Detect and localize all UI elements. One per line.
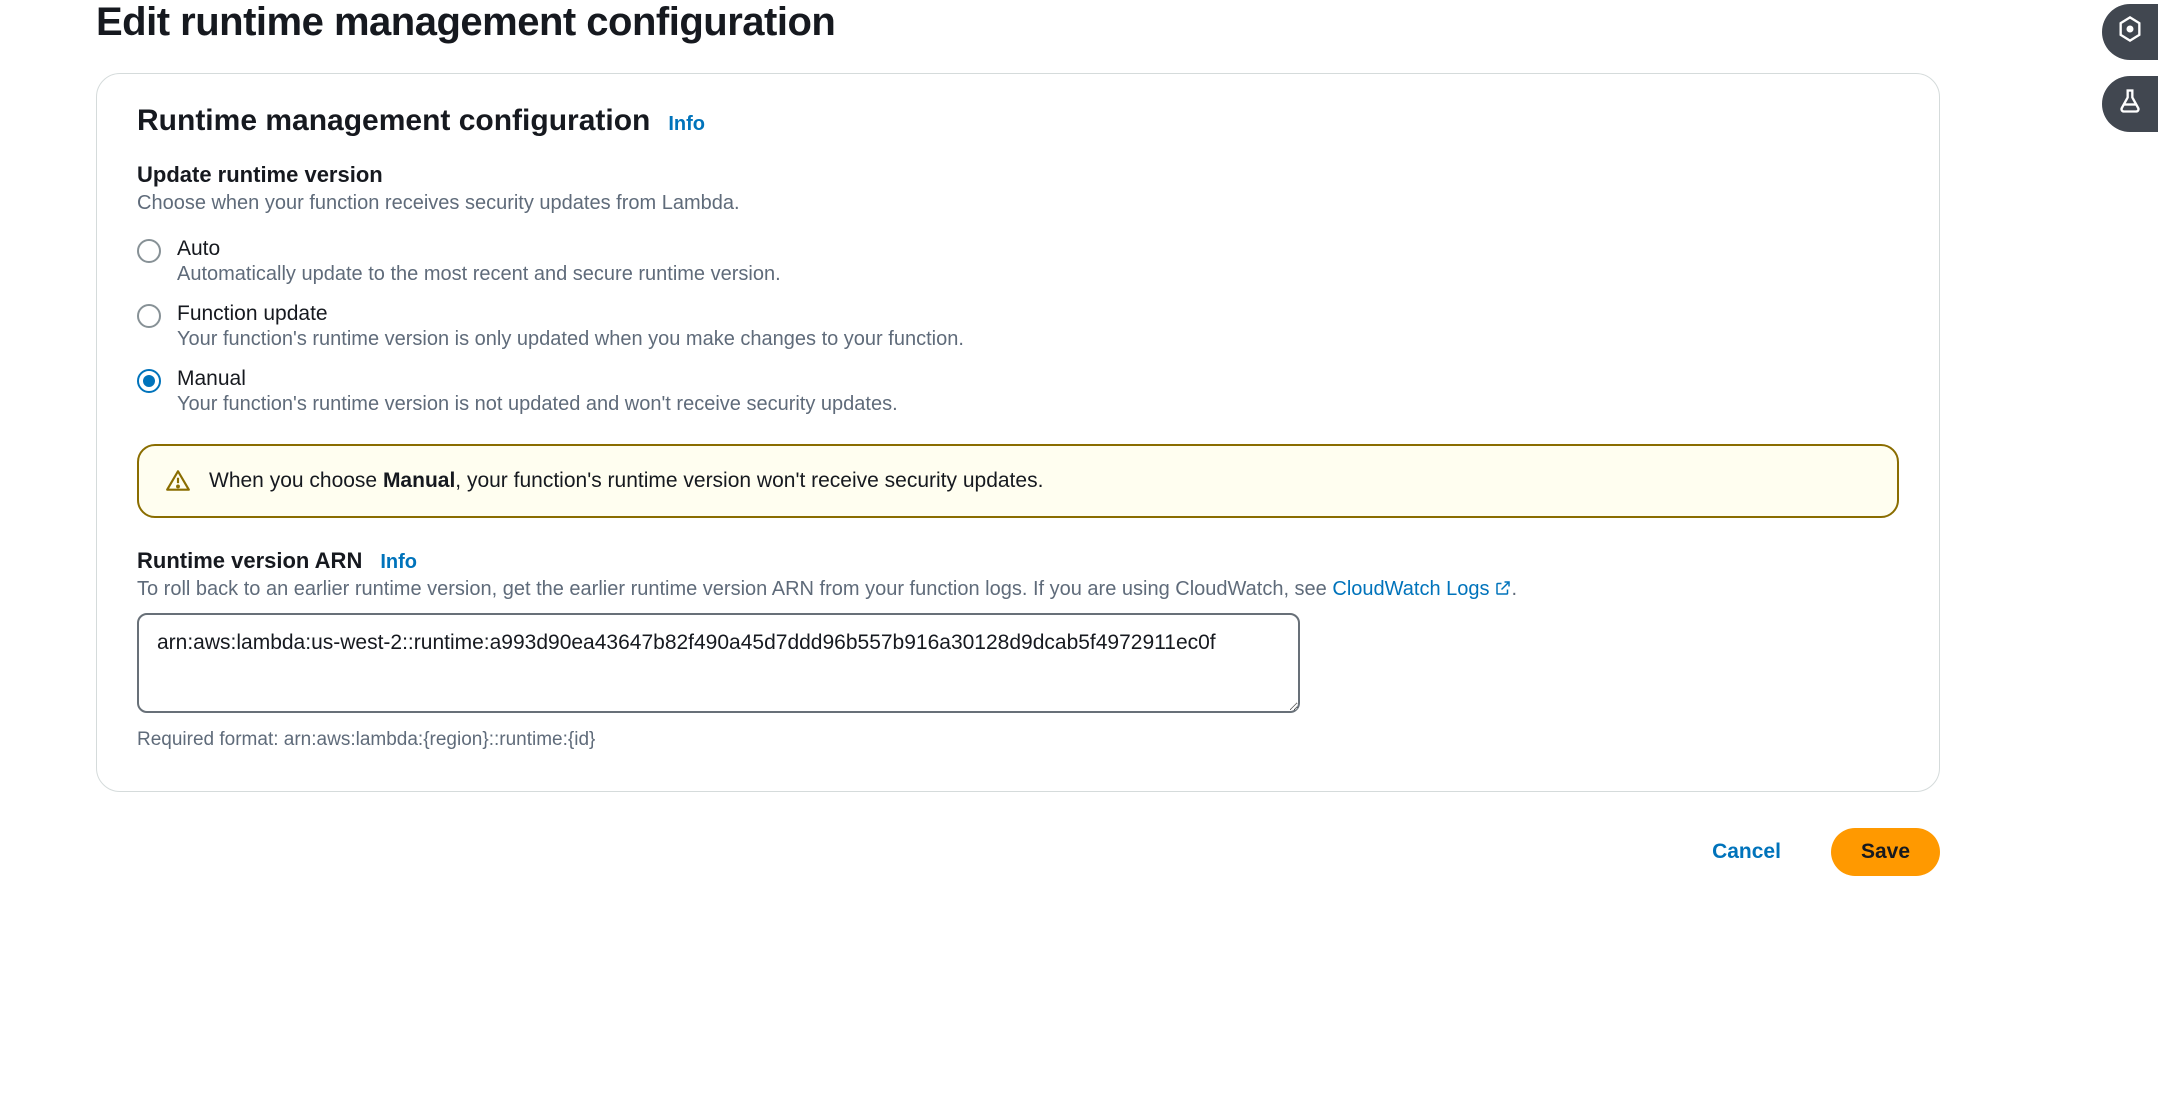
config-panel: Runtime management configuration Info Up… [96,73,1940,792]
radio-group: Auto Automatically update to the most re… [137,229,1899,424]
radio-auto[interactable]: Auto Automatically update to the most re… [137,229,1899,294]
radio-function-update-desc: Your function's runtime version is only … [177,328,964,351]
footer-actions: Cancel Save [96,828,1940,876]
cloudwatch-logs-link-text: CloudWatch Logs [1332,578,1489,600]
cancel-button[interactable]: Cancel [1682,828,1811,876]
arn-info-link[interactable]: Info [380,551,417,574]
update-section-label: Update runtime version [137,162,1899,188]
arn-section: Runtime version ARN Info To roll back to… [137,548,1899,751]
update-section-desc: Choose when your function receives secur… [137,192,1899,215]
radio-manual-indicator [137,369,161,393]
arn-title: Runtime version ARN [137,548,362,574]
warning-triangle-icon [165,468,191,494]
radio-manual-label: Manual [177,367,898,391]
arn-input[interactable] [137,613,1300,713]
side-pill-bottom[interactable] [2102,76,2158,132]
warning-text-prefix: When you choose [209,469,383,492]
side-pill-top[interactable] [2102,4,2158,60]
arn-format-hint: Required format: arn:aws:lambda:{region}… [137,729,1899,751]
warning-box: When you choose Manual, your function's … [137,444,1899,518]
radio-auto-indicator [137,239,161,263]
warning-text-strong: Manual [383,469,455,492]
radio-manual[interactable]: Manual Your function's runtime version i… [137,359,1899,424]
beaker-icon [2116,87,2144,121]
save-button[interactable]: Save [1831,828,1940,876]
hexagon-icon [2116,15,2144,49]
radio-function-update-label: Function update [177,302,964,326]
page-container: Edit runtime management configuration Ru… [0,0,2060,936]
radio-function-update-indicator [137,304,161,328]
panel-title: Runtime management configuration [137,104,650,138]
external-link-icon [1494,579,1512,597]
warning-text: When you choose Manual, your function's … [209,469,1043,493]
radio-auto-desc: Automatically update to the most recent … [177,263,781,286]
panel-header: Runtime management configuration Info [137,104,1899,138]
panel-info-link[interactable]: Info [668,113,705,136]
page-title: Edit runtime management configuration [96,0,2060,45]
side-pills [2102,4,2158,132]
cloudwatch-logs-link[interactable]: CloudWatch Logs [1332,578,1511,600]
radio-auto-label: Auto [177,237,781,261]
arn-desc: To roll back to an earlier runtime versi… [137,578,1899,601]
radio-function-update[interactable]: Function update Your function's runtime … [137,294,1899,359]
warning-text-suffix: , your function's runtime version won't … [455,469,1043,492]
arn-desc-suffix: . [1512,578,1518,600]
arn-desc-prefix: To roll back to an earlier runtime versi… [137,578,1332,600]
arn-header: Runtime version ARN Info [137,548,1899,574]
radio-manual-desc: Your function's runtime version is not u… [177,393,898,416]
